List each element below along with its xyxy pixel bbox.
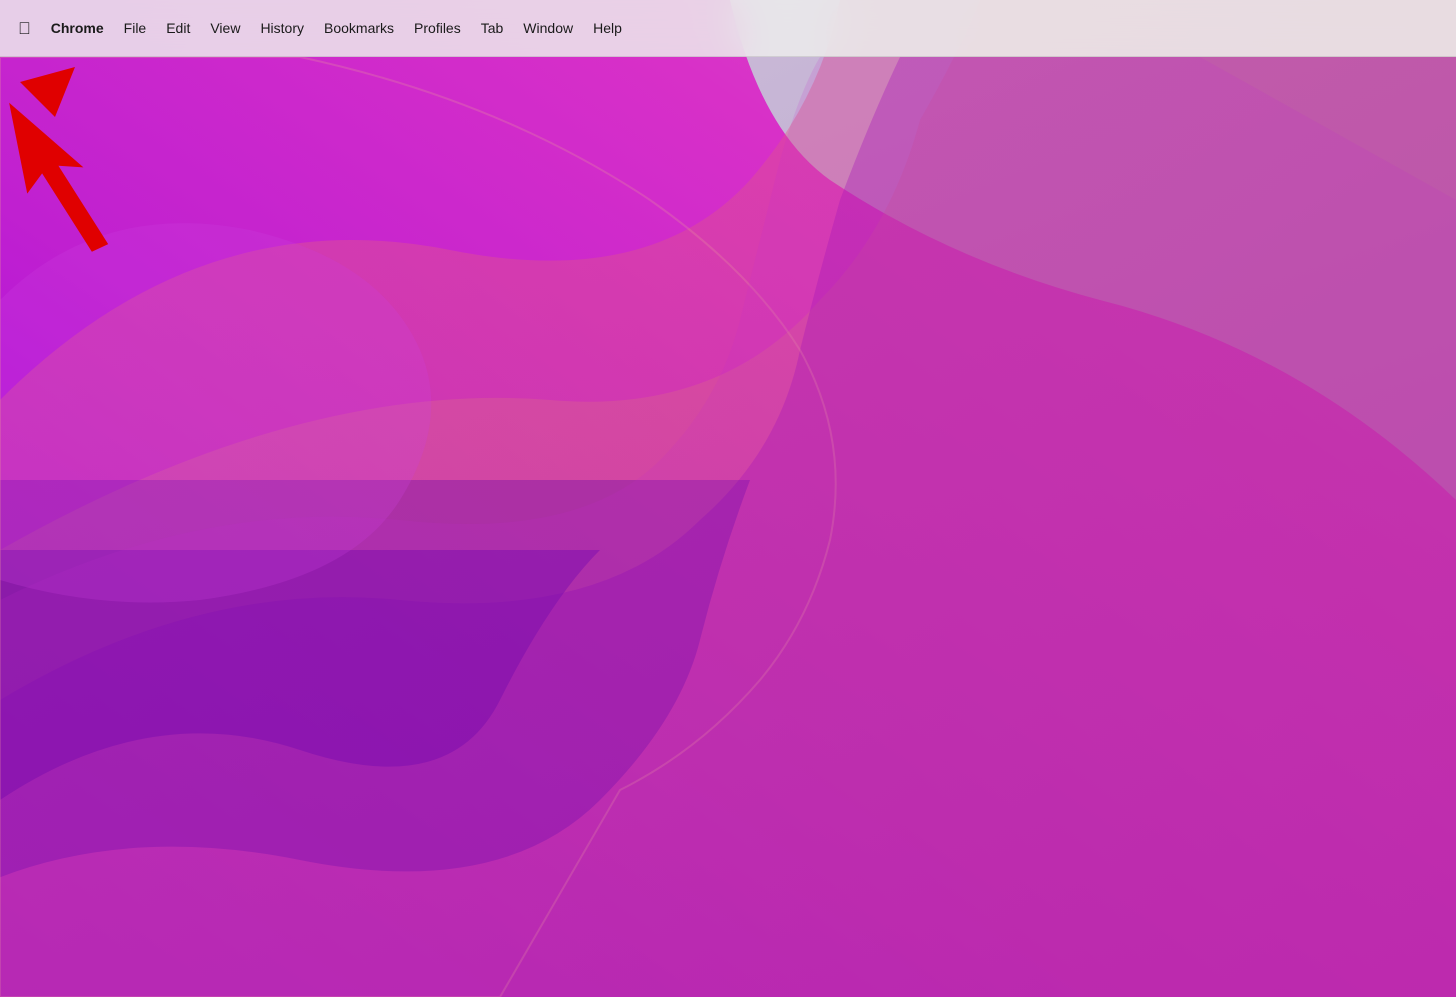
menu-item-edit[interactable]: Edit: [156, 17, 200, 39]
desktop: [0, 0, 1456, 997]
menu-item-bookmarks[interactable]: Bookmarks: [314, 17, 404, 39]
apple-menu[interactable]: : [8, 16, 41, 41]
menu-item-profiles[interactable]: Profiles: [404, 17, 471, 39]
menu-item-help[interactable]: Help: [583, 17, 632, 39]
menu-item-window[interactable]: Window: [513, 17, 583, 39]
menu-item-history[interactable]: History: [250, 17, 314, 39]
menu-item-tab[interactable]: Tab: [471, 17, 514, 39]
menu-item-chrome[interactable]: Chrome: [41, 17, 114, 39]
menubar:  ChromeFileEditViewHistoryBookmarksProf…: [0, 0, 1456, 57]
menu-item-file[interactable]: File: [114, 17, 157, 39]
menu-item-view[interactable]: View: [200, 17, 250, 39]
